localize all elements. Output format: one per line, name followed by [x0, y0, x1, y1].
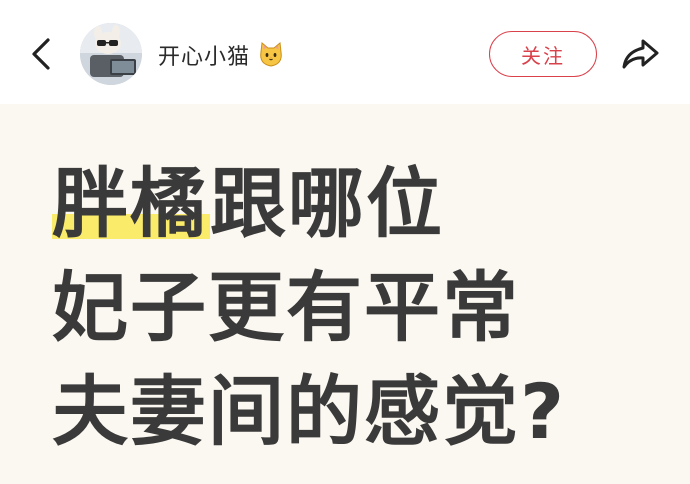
post-image[interactable]: 胖橘跟哪位 妃子更有平常 夫妻间的感觉?: [0, 104, 690, 484]
top-bar: 开心小猫 关注: [0, 0, 690, 104]
title-line-1: 胖橘跟哪位: [52, 152, 566, 256]
post-title: 胖橘跟哪位 妃子更有平常 夫妻间的感觉?: [52, 152, 566, 464]
title-line-3: 夫妻间的感觉?: [52, 367, 567, 456]
title-line-2: 妃子更有平常: [52, 263, 520, 352]
username[interactable]: 开心小猫: [158, 38, 286, 72]
share-arrow-icon: [622, 39, 659, 69]
avatar[interactable]: [80, 23, 142, 85]
follow-button[interactable]: 关注: [489, 31, 597, 77]
back-button[interactable]: [22, 34, 62, 74]
title-line-1-rest: 跟哪位: [210, 159, 444, 248]
share-button[interactable]: [618, 32, 662, 76]
username-label: 开心小猫: [158, 45, 251, 70]
avatar-image: [80, 23, 142, 85]
title-highlight: 胖橘: [52, 159, 210, 248]
chevron-left-icon: [32, 38, 50, 70]
cat-face-icon: [260, 42, 282, 67]
follow-button-label: 关注: [521, 43, 565, 68]
